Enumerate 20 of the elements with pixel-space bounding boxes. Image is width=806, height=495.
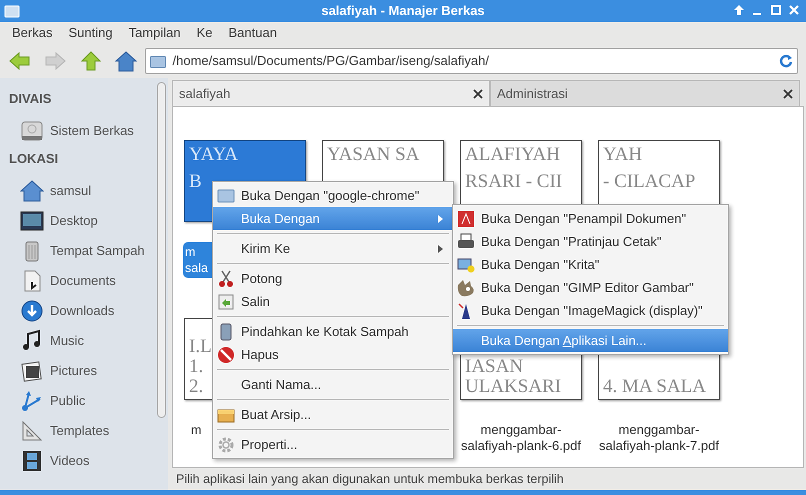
- preview-text: 1.: [189, 357, 204, 378]
- preview-text: B: [189, 172, 202, 193]
- section-heading: DIVAIS: [8, 90, 52, 108]
- location-path: /home/samsul/Documents/PG/Gambar/iseng/salafiyah/: [172, 52, 490, 70]
- preview-text: - CILACAP: [603, 172, 696, 193]
- preview-text: ALAFIYAH: [465, 145, 560, 166]
- preview-text: I.L: [189, 337, 212, 358]
- preview-text: ULAKSARI: [465, 377, 562, 397]
- preview-text: YAYA: [189, 145, 238, 166]
- preview-text: 4. MA SALA: [603, 377, 706, 397]
- section-heading: LOKASI: [8, 150, 60, 168]
- tab-label: salafiyah: [179, 84, 230, 103]
- preview-text: IASAN: [465, 357, 524, 378]
- preview-text: YAH: [603, 145, 642, 166]
- window-title: salafiyah - Manajer Berkas: [321, 2, 485, 20]
- preview-text: YASAN SA: [327, 145, 420, 166]
- preview-text: RSARI - CII: [465, 172, 562, 193]
- preview-text: 2.: [189, 377, 204, 397]
- tab-label: Administrasi: [497, 84, 568, 103]
- status-text: Pilih aplikasi lain yang akan digunakan untuk membuka berkas terpilih: [175, 471, 565, 488]
